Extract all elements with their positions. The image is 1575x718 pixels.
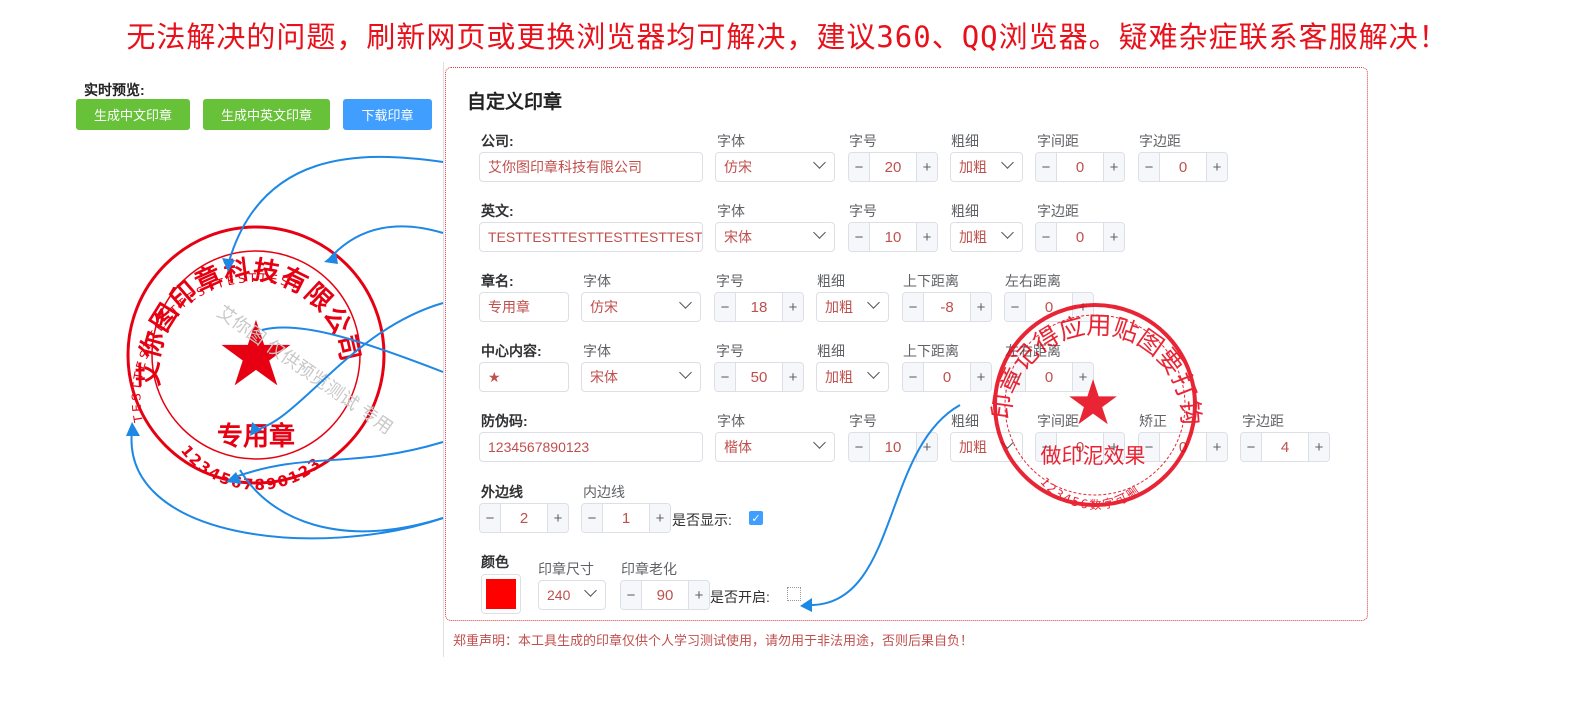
star-icon: ★	[1065, 366, 1121, 439]
arrow-head-icon	[800, 598, 812, 612]
arrow-line	[804, 404, 961, 607]
right-stamp: 印章记得应用贴图要打钩 ★ 做印泥效果 123456数字可删	[986, 303, 1206, 512]
overlay-middle-text: 做印泥效果	[1041, 444, 1146, 468]
arrow-line	[329, 225, 444, 259]
overlay-bottom-arc: 123456数字可删	[1037, 475, 1143, 512]
arrow-head-icon	[126, 422, 140, 436]
arrow-line	[227, 155, 444, 266]
arrow-head-icon	[324, 252, 338, 264]
left-stamp: TESTTESTTESTTESTTESTTEST 艾你图印章科技有限公司 ★ 专…	[126, 225, 397, 494]
stamp-preview-canvas: TESTTESTTESTTESTTESTTEST 艾你图印章科技有限公司 ★ 专…	[126, 155, 1206, 612]
